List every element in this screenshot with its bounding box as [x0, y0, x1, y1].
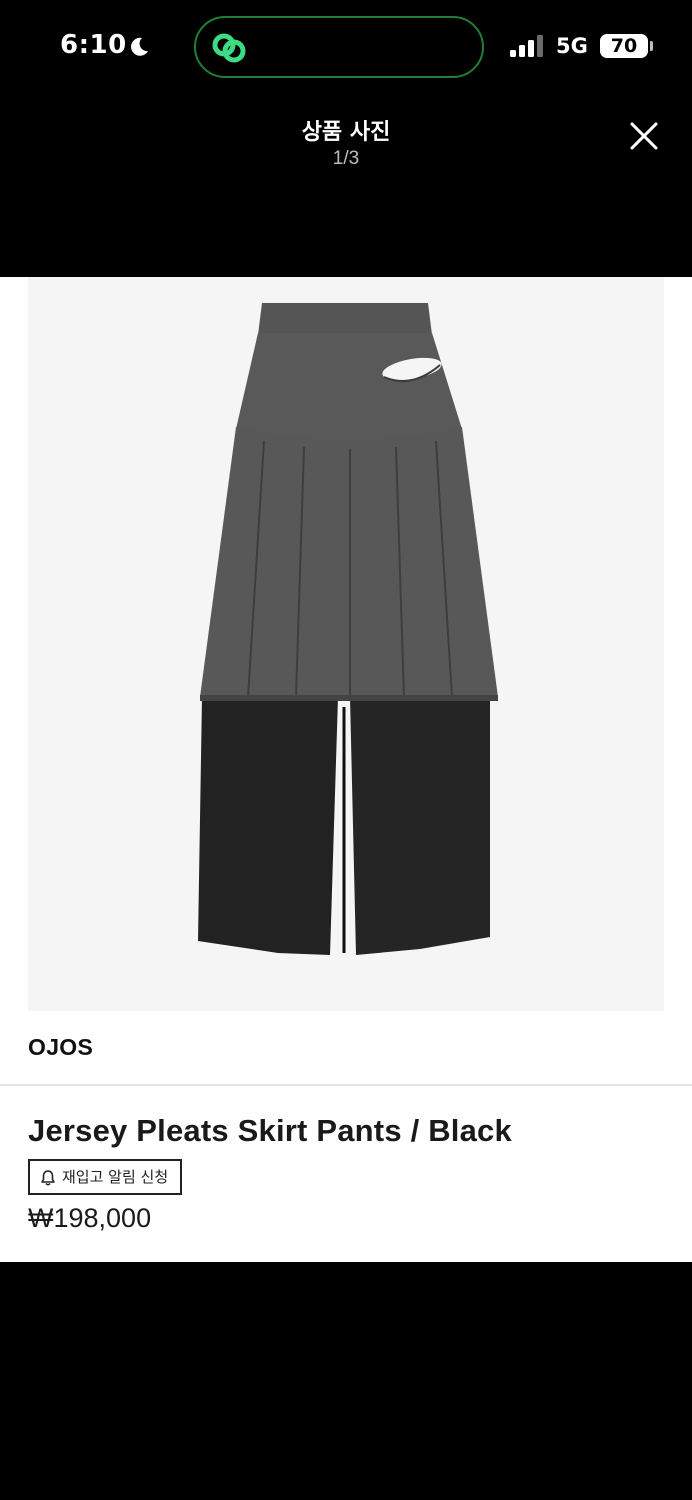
product-price: ₩198,000	[28, 1203, 152, 1233]
viewer-title: 상품 사진	[301, 120, 391, 145]
battery-level: 70	[610, 35, 638, 57]
product-card: OJOS Jersey Pleats Skirt Pants / Black 재…	[0, 277, 692, 1262]
product-illustration	[198, 303, 498, 955]
divider	[0, 1084, 692, 1086]
battery-icon: 70	[600, 34, 648, 58]
product-photo[interactable]	[28, 277, 664, 1011]
network-type: 5G	[556, 34, 588, 58]
brand-name[interactable]: OJOS	[28, 1034, 93, 1061]
dynamic-island[interactable]	[194, 16, 484, 78]
close-icon[interactable]	[624, 116, 664, 156]
product-title: Jersey Pleats Skirt Pants / Black	[28, 1113, 512, 1148]
battery-cap	[650, 41, 653, 51]
signal-icon	[510, 35, 543, 57]
moon-icon	[131, 37, 148, 56]
restock-alert-button[interactable]: 재입고 알림 신청	[28, 1159, 182, 1195]
image-counter: 1/3	[332, 148, 360, 169]
bell-icon	[41, 1170, 55, 1186]
link-icon	[212, 33, 246, 63]
status-time: 6:10	[60, 30, 127, 60]
status-bar: 6:10 5G 70	[0, 0, 692, 96]
restock-label: 재입고 알림 신청	[62, 1168, 169, 1186]
